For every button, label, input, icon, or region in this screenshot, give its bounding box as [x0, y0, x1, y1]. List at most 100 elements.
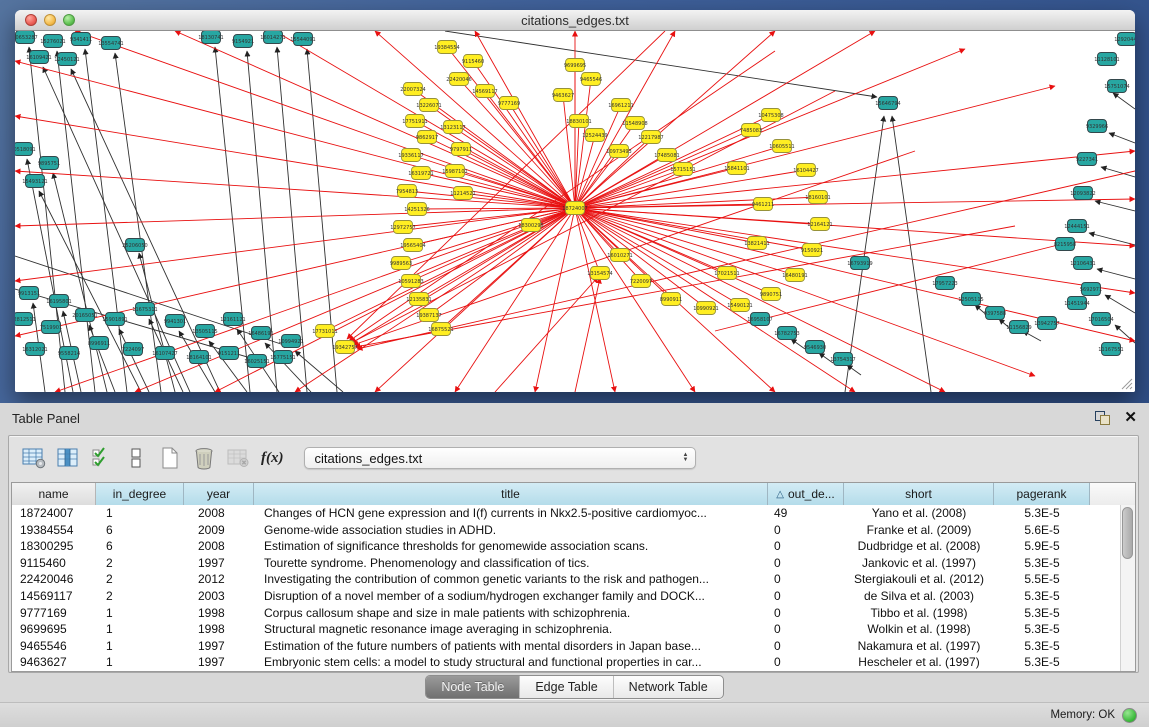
- graph-node[interactable]: 9797911: [450, 143, 472, 156]
- graph-node[interactable]: 16480191: [782, 269, 807, 282]
- graph-node[interactable]: 11675311: [132, 303, 157, 316]
- vertical-scrollbar[interactable]: [1120, 505, 1135, 671]
- tab-edge-table[interactable]: Edge Table: [519, 676, 612, 698]
- graph-node[interactable]: 12524439: [582, 129, 607, 142]
- graph-node[interactable]: 13754317: [830, 353, 855, 366]
- graph-node[interactable]: 13505115: [192, 325, 217, 338]
- graph-node[interactable]: 8990911: [660, 293, 682, 306]
- graph-node[interactable]: 11451944: [1064, 297, 1089, 310]
- graph-node[interactable]: 12812511: [15, 313, 36, 326]
- close-window-button[interactable]: [25, 14, 37, 26]
- graph-node[interactable]: 15276021: [40, 35, 65, 48]
- graph-node[interactable]: 16958107: [747, 313, 772, 326]
- table-row[interactable]: 969969511998Structural magnetic resonanc…: [12, 621, 1135, 638]
- graph-node[interactable]: 16486191: [248, 327, 273, 340]
- graph-node[interactable]: 9546930: [804, 341, 826, 354]
- table-row[interactable]: 911546021997Tourette syndrome. Phenomeno…: [12, 555, 1135, 572]
- graph-node[interactable]: 9461211: [752, 198, 774, 211]
- row-height-icon[interactable]: [121, 444, 151, 472]
- graph-node[interactable]: 15544091: [290, 33, 315, 46]
- graph-node[interactable]: 9777169: [498, 97, 520, 110]
- graph-node[interactable]: 16109421: [26, 51, 51, 64]
- graph-node[interactable]: 5692971: [1080, 283, 1102, 296]
- delete-table-icon[interactable]: [189, 444, 219, 472]
- graph-node[interactable]: 10994921: [278, 335, 303, 348]
- graph-node[interactable]: 12972757: [390, 221, 415, 234]
- graph-node[interactable]: 13554741: [98, 37, 123, 50]
- column-header-in_degree[interactable]: in_degree: [96, 483, 184, 505]
- graph-node[interactable]: 9862917: [416, 131, 438, 144]
- graph-node[interactable]: 13226071: [416, 99, 441, 112]
- graph-node[interactable]: 17016504: [1088, 313, 1113, 326]
- graph-node[interactable]: 12093822: [1070, 187, 1095, 200]
- graph-node[interactable]: 16195801: [46, 295, 71, 308]
- graph-node[interactable]: 16107427: [152, 347, 177, 360]
- graph-node[interactable]: 16312021: [22, 343, 47, 356]
- graph-node[interactable]: 15775151: [270, 351, 295, 364]
- graph-node[interactable]: 7224097: [122, 343, 144, 356]
- graph-node[interactable]: 16010271: [607, 249, 632, 262]
- graph-node[interactable]: 16782753: [774, 327, 799, 340]
- function-builder-icon[interactable]: f(x): [261, 450, 284, 467]
- graph-node[interactable]: 10591283: [398, 275, 423, 288]
- graph-node[interactable]: 18164101: [186, 351, 211, 364]
- graph-node[interactable]: 18160101: [805, 191, 830, 204]
- graph-node[interactable]: 11214521: [450, 187, 475, 200]
- graph-node[interactable]: 19342757: [332, 341, 357, 354]
- graph-node[interactable]: 9329966: [1086, 120, 1108, 133]
- graph-node[interactable]: 12164121: [807, 218, 832, 231]
- graph-node[interactable]: 18830101: [566, 115, 591, 128]
- graph-node[interactable]: 19384554: [434, 41, 459, 54]
- graph-node[interactable]: 17485081: [654, 149, 679, 162]
- create-table-icon[interactable]: [155, 444, 185, 472]
- window-titlebar[interactable]: citations_edges.txt: [15, 10, 1135, 31]
- column-check-icon[interactable]: [87, 444, 117, 472]
- graph-node[interactable]: 15715151: [670, 163, 695, 176]
- graph-node[interactable]: 9890751: [760, 288, 782, 301]
- zoom-window-button[interactable]: [63, 14, 75, 26]
- table-row[interactable]: 2242004622012Investigating the contribut…: [12, 571, 1135, 588]
- graph-node[interactable]: 9115460: [462, 55, 484, 68]
- graph-node[interactable]: 10475308: [758, 109, 783, 122]
- graph-node[interactable]: 12217987: [638, 131, 663, 144]
- graph-node[interactable]: 15841101: [724, 162, 749, 175]
- graph-node[interactable]: 20518091: [15, 143, 36, 156]
- graph-node[interactable]: 18300295: [518, 219, 543, 232]
- graph-node[interactable]: 12450121: [54, 53, 79, 66]
- graph-node[interactable]: 9463627: [552, 89, 574, 102]
- minimize-window-button[interactable]: [44, 14, 56, 26]
- graph-node[interactable]: 16014271: [260, 31, 285, 44]
- column-header-year[interactable]: year: [184, 483, 254, 505]
- graph-node[interactable]: 9465546: [580, 73, 602, 86]
- graph-node[interactable]: 14569117: [472, 85, 497, 98]
- graph-node[interactable]: 15490121: [727, 299, 752, 312]
- graph-node[interactable]: 9913151: [18, 287, 40, 300]
- graph-node[interactable]: 10605511: [769, 140, 794, 153]
- graph-node[interactable]: 8215958: [1054, 238, 1076, 251]
- graph-node[interactable]: 11548908: [622, 117, 647, 130]
- graph-node[interactable]: 17751911: [402, 115, 427, 128]
- graph-node[interactable]: 19565404: [400, 239, 425, 252]
- graph-node[interactable]: 16793919: [847, 257, 872, 270]
- graph-node[interactable]: 9989563: [390, 257, 412, 270]
- graph-node[interactable]: 12505115: [958, 293, 983, 306]
- table-row[interactable]: 1830029562008Estimation of significance …: [12, 538, 1135, 555]
- graph-node[interactable]: 14251326: [404, 203, 429, 216]
- tab-node-table[interactable]: Node Table: [426, 676, 519, 698]
- graph-node[interactable]: 15901891: [102, 313, 127, 326]
- graph-node[interactable]: 8996911: [88, 337, 110, 350]
- graph-node[interactable]: 22420046: [446, 73, 471, 86]
- graph-node[interactable]: 9895751: [38, 157, 60, 170]
- graph-node[interactable]: 11156829: [1006, 321, 1031, 334]
- column-header-out_de[interactable]: △out_de...: [768, 483, 844, 505]
- graph-node[interactable]: 12920441: [1114, 33, 1135, 46]
- close-panel-button[interactable]: ✕: [1124, 408, 1137, 426]
- graph-node[interactable]: 13942757: [1034, 317, 1059, 330]
- graph-node[interactable]: 19387137: [416, 309, 441, 322]
- graph-node[interactable]: 19336117: [398, 149, 423, 162]
- tab-network-table[interactable]: Network Table: [613, 676, 723, 698]
- graph-node[interactable]: 7485083: [740, 124, 762, 137]
- graph-node[interactable]: 15646794: [875, 97, 900, 110]
- table-row[interactable]: 977716911998Corpus callosum shape and si…: [12, 605, 1135, 622]
- show-columns-icon[interactable]: [53, 444, 83, 472]
